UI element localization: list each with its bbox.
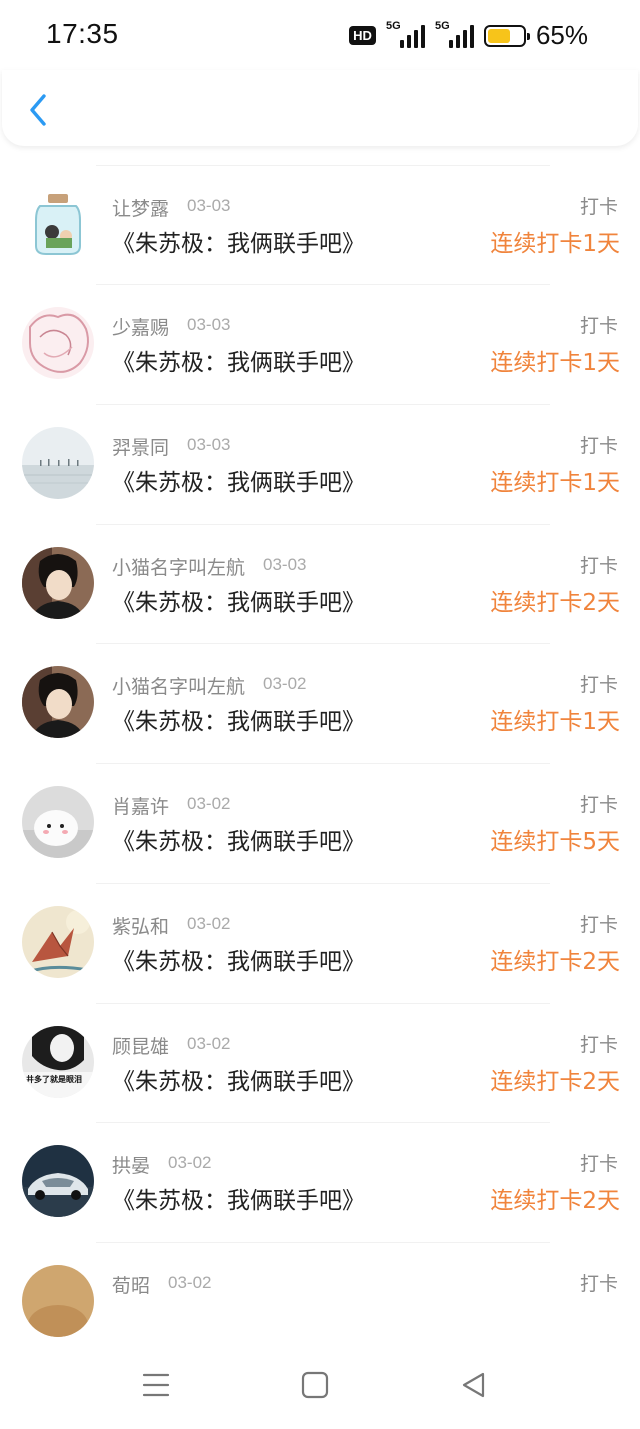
user-name[interactable]: 小猫名字叫左航	[112, 553, 245, 580]
signal-icon-2: 5G	[435, 20, 474, 48]
avatar[interactable]	[22, 905, 94, 978]
streak-label: 连续打卡1天	[490, 470, 620, 497]
menu-icon[interactable]	[140, 1369, 172, 1401]
user-name[interactable]: 少嘉赐	[112, 313, 169, 340]
signal-icon: 5G	[386, 20, 425, 48]
checkin-date: 03-03	[187, 195, 231, 215]
avatar[interactable]	[22, 1145, 94, 1218]
user-name[interactable]: 小猫名字叫左航	[112, 672, 245, 699]
avatar[interactable]	[22, 187, 94, 260]
avatar[interactable]: 井多了就是眼泪	[22, 1025, 94, 1098]
checkin-row[interactable]: 紫弘和 03-02 《朱苏极：我俩联手吧》 打卡连续打卡2天	[0, 884, 640, 1004]
checkin-date: 03-02	[168, 1272, 212, 1292]
checkin-date: 03-03	[263, 554, 307, 574]
user-name[interactable]: 让梦露	[112, 194, 169, 221]
streak-label: 连续打卡2天	[490, 589, 620, 616]
checkin-tag: 打卡	[579, 435, 618, 458]
checkin-row[interactable]: 让梦露 03-03 《朱苏极：我俩联手吧》 打卡连续打卡1天	[0, 166, 640, 286]
home-square-icon[interactable]	[299, 1369, 331, 1401]
user-name[interactable]: 荀昭	[112, 1271, 150, 1298]
avatar[interactable]	[22, 666, 94, 739]
status-icons: HD 5G 5G 65%	[349, 20, 588, 51]
book-title[interactable]: 《朱苏极：我俩联手吧》	[112, 224, 365, 258]
streak-label: 连续打卡2天	[490, 1068, 620, 1095]
checkin-row[interactable]: 井多了就是眼泪顾昆雄03-03《朱苏极：我俩联手吧》打卡连续打卡3天	[0, 146, 640, 166]
system-nav-bar	[0, 1341, 640, 1429]
book-title[interactable]: 《朱苏极：我俩联手吧》	[112, 822, 365, 856]
checkin-tag: 打卡	[579, 1153, 618, 1176]
book-title[interactable]: 《朱苏极：我俩联手吧》	[112, 942, 365, 976]
checkin-tag: 打卡	[579, 1033, 618, 1056]
streak-label: 连续打卡2天	[490, 948, 620, 975]
avatar[interactable]	[22, 546, 94, 619]
checkin-tag: 打卡	[579, 195, 618, 218]
battery-icon	[483, 24, 530, 47]
streak-label: 连续打卡1天	[490, 350, 620, 377]
checkin-row[interactable]: 羿景同 03-03 《朱苏极：我俩联手吧》 打卡连续打卡1天	[0, 405, 640, 525]
checkin-date: 03-02	[187, 913, 231, 933]
checkin-tag: 打卡	[579, 913, 618, 936]
checkin-date: 03-03	[187, 315, 231, 335]
checkin-row[interactable]: 拱晏 03-02 《朱苏极：我俩联手吧》 打卡连续打卡2天	[0, 1123, 640, 1243]
user-name[interactable]: 顾昆雄	[112, 1032, 169, 1059]
avatar[interactable]	[22, 307, 94, 380]
status-bar: 17:35 HD 5G 5G 65%	[0, 0, 640, 76]
checkin-date: 03-02	[187, 1033, 231, 1053]
header-bar	[2, 70, 638, 146]
book-title[interactable]: 《朱苏极：我俩联手吧》	[112, 1181, 365, 1215]
user-name[interactable]: 肖嘉许	[112, 792, 169, 819]
checkin-date: 03-02	[263, 674, 307, 694]
user-name[interactable]: 羿景同	[112, 433, 169, 460]
checkin-row[interactable]: 肖嘉许 03-02 《朱苏极：我俩联手吧》 打卡连续打卡5天	[0, 764, 640, 884]
hd-icon: HD	[349, 26, 376, 45]
checkin-tag: 打卡	[579, 674, 618, 697]
user-name[interactable]: 紫弘和	[112, 912, 169, 939]
status-time: 17:35	[46, 18, 119, 49]
checkin-row[interactable]: 小猫名字叫左航 03-03 《朱苏极：我俩联手吧》 打卡连续打卡2天	[0, 525, 640, 645]
checkin-tag: 打卡	[579, 315, 618, 338]
checkin-date: 03-02	[168, 1153, 212, 1173]
streak-label: 连续打卡2天	[490, 1188, 620, 1215]
book-title[interactable]: 《朱苏极：我俩联手吧》	[112, 343, 365, 377]
checkin-date: 03-02	[187, 794, 231, 814]
checkin-tag: 打卡	[579, 794, 618, 817]
user-name[interactable]: 拱晏	[112, 1151, 150, 1178]
checkin-row[interactable]: 少嘉赐 03-03 《朱苏极：我俩联手吧》 打卡连续打卡1天	[0, 285, 640, 406]
checkin-row[interactable]: 小猫名字叫左航 03-02 《朱苏极：我俩联手吧》 打卡连续打卡1天	[0, 644, 640, 765]
streak-label: 连续打卡1天	[490, 230, 620, 257]
book-title[interactable]: 《朱苏极：我俩联手吧》	[112, 583, 365, 617]
checkin-tag: 打卡	[579, 1272, 618, 1295]
svg-text:井多了就是眼泪: 井多了就是眼泪	[26, 1074, 82, 1084]
book-title[interactable]: 《朱苏极：我俩联手吧》	[112, 702, 365, 736]
back-triangle-icon[interactable]	[458, 1369, 490, 1401]
checkin-tag: 打卡	[579, 554, 618, 577]
avatar[interactable]	[22, 427, 94, 500]
checkin-row[interactable]: 井多了就是眼泪 顾昆雄 03-02 《朱苏极：我俩联手吧》 打卡连续打卡2天	[0, 1004, 640, 1124]
streak-label: 连续打卡1天	[490, 709, 620, 736]
book-title[interactable]: 《朱苏极：我俩联手吧》	[112, 1062, 365, 1096]
checkin-date: 03-03	[187, 435, 231, 455]
checkin-row[interactable]: 荀昭 03-02 打卡	[0, 1243, 640, 1341]
battery-percent: 65%	[535, 20, 588, 50]
avatar[interactable]	[22, 786, 94, 859]
book-title[interactable]: 《朱苏极：我俩联手吧》	[112, 463, 365, 497]
checkin-list[interactable]: 井多了就是眼泪顾昆雄03-03《朱苏极：我俩联手吧》打卡连续打卡3天让梦露 03-…	[0, 146, 640, 1341]
avatar[interactable]	[22, 1264, 94, 1337]
back-arrow-icon[interactable]	[24, 92, 54, 128]
streak-label: 连续打卡5天	[490, 829, 620, 856]
